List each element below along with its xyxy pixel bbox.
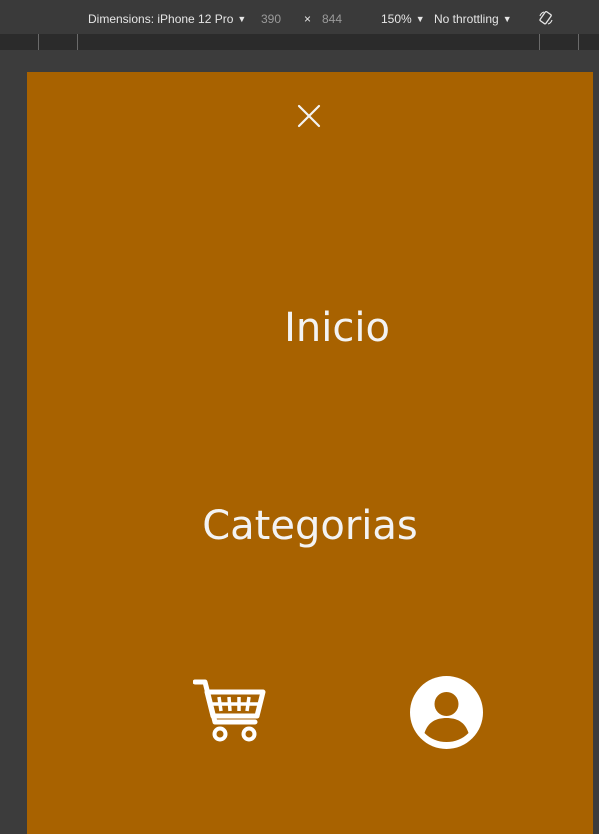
device-toolbar: Dimensions: iPhone 12 Pro ▼ 390 × 844 150… [0,0,599,34]
mobile-menu: X Inicio Categorias [27,72,593,834]
ruler-tick [578,34,579,50]
chevron-down-icon: ▼ [502,14,512,24]
throttling-dropdown[interactable]: No throttling ▼ [434,12,512,26]
throttling-label: No throttling [434,12,499,26]
height-input[interactable]: 844 [322,12,342,26]
dimension-separator: × [304,12,312,26]
zoom-dropdown[interactable]: 150% ▼ [381,12,425,26]
zoom-label: 150% [381,12,412,26]
width-input[interactable]: 390 [261,12,281,26]
ruler-tick [77,34,78,50]
cart-icon[interactable] [193,676,267,744]
nav-link-inicio[interactable]: Inicio [54,308,599,348]
nav-link-categorias[interactable]: Categorias [27,506,593,546]
chevron-down-icon: ▼ [237,14,247,24]
close-icon[interactable]: X [297,104,321,128]
rotate-icon[interactable] [538,10,554,26]
ruler-tick [539,34,540,50]
media-query-ruler [0,34,599,50]
ruler-tick [38,34,39,50]
user-icon[interactable] [410,676,483,749]
device-dimensions-dropdown[interactable]: Dimensions: iPhone 12 Pro ▼ [88,12,246,26]
dimensions-label: Dimensions: iPhone 12 Pro [88,12,234,26]
chevron-down-icon: ▼ [415,14,425,24]
